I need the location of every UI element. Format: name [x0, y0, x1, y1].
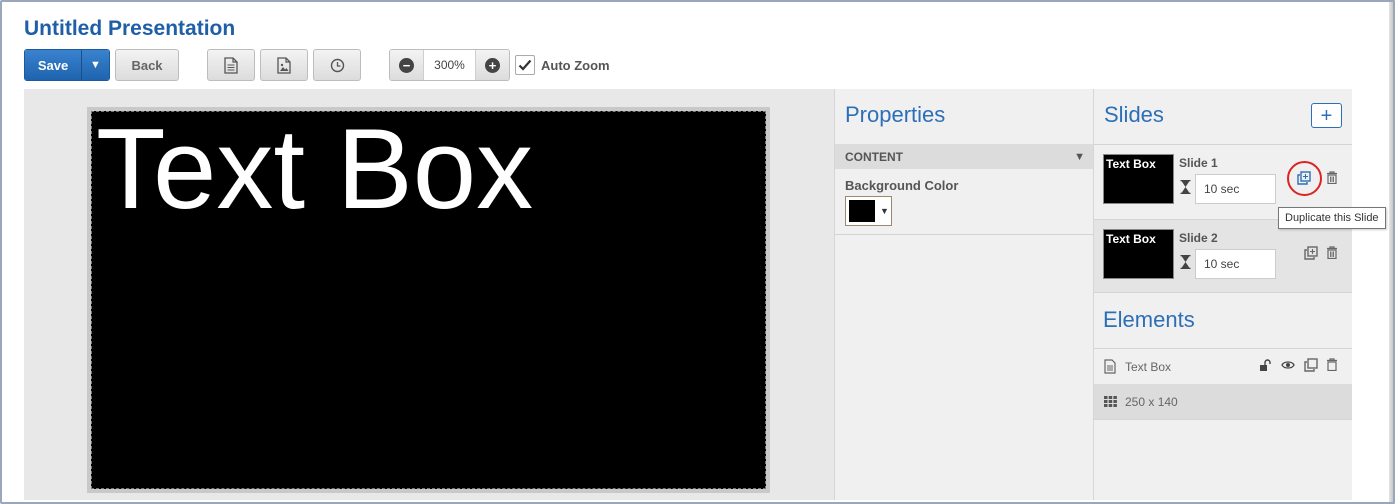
- eye-icon[interactable]: [1281, 359, 1295, 371]
- zoom-in-icon: +: [485, 57, 500, 73]
- trash-icon[interactable]: [1326, 358, 1338, 371]
- slide-stage[interactable]: Text Box: [91, 111, 766, 489]
- slide-name: Slide 1: [1179, 156, 1218, 170]
- add-slide-button[interactable]: +: [1311, 103, 1342, 128]
- add-image-button[interactable]: [260, 49, 308, 81]
- zoom-control: − 300% +: [389, 49, 510, 81]
- duplicate-icon[interactable]: [1297, 171, 1311, 185]
- slide-list-item[interactable]: Text Box Slide 2 10 sec: [1094, 219, 1352, 293]
- duplicate-icon[interactable]: [1304, 358, 1318, 372]
- document-icon: [224, 56, 238, 74]
- document-icon: [1104, 359, 1116, 374]
- element-label: Text Box: [1125, 360, 1172, 374]
- slide-duration-input[interactable]: 10 sec: [1195, 249, 1276, 279]
- back-button[interactable]: Back: [115, 49, 179, 81]
- divider: [1094, 419, 1352, 420]
- slide-duration-input[interactable]: 10 sec: [1195, 174, 1276, 204]
- content-section-header[interactable]: CONTENT ▼: [835, 144, 1093, 169]
- save-button[interactable]: Save: [25, 50, 81, 80]
- slide-thumbnail[interactable]: Text Box: [1103, 154, 1174, 204]
- slide-thumbnail[interactable]: Text Box: [1103, 229, 1174, 279]
- element-list-item[interactable]: Text Box: [1094, 348, 1352, 384]
- element-size: 250 x 140: [1125, 395, 1178, 409]
- zoom-value[interactable]: 300%: [423, 50, 476, 80]
- content-section-label: CONTENT: [845, 149, 903, 164]
- save-dropdown-button[interactable]: ▼: [81, 50, 109, 80]
- background-color-label: Background Color: [845, 178, 959, 193]
- slides-title: Slides: [1104, 102, 1164, 127]
- elements-title: Elements: [1103, 307, 1195, 332]
- caret-down-icon: ▼: [1074, 150, 1085, 163]
- save-button-group[interactable]: Save ▼: [24, 49, 110, 81]
- image-icon: [277, 56, 291, 74]
- checkmark-icon: [518, 59, 532, 71]
- clock-icon: [330, 58, 345, 73]
- grid-icon: [1104, 396, 1117, 407]
- duplicate-icon[interactable]: [1304, 246, 1318, 260]
- element-size-row: 250 x 140: [1094, 384, 1352, 419]
- properties-title: Properties: [845, 102, 946, 127]
- caret-down-icon: ▼: [90, 59, 101, 71]
- color-swatch: [849, 200, 875, 222]
- slide-canvas: Text Box: [87, 107, 770, 493]
- add-text-button[interactable]: [207, 49, 255, 81]
- auto-zoom-checkbox[interactable]: [515, 55, 535, 75]
- presentation-title[interactable]: Untitled Presentation: [24, 17, 235, 41]
- canvas-area: Text Box: [24, 89, 834, 500]
- zoom-in-button[interactable]: +: [476, 50, 509, 80]
- trash-icon[interactable]: [1326, 171, 1338, 184]
- divider: [835, 234, 1093, 235]
- window-edge: [1389, 0, 1395, 504]
- text-box-element[interactable]: Text Box: [96, 112, 533, 235]
- caret-down-icon: ▼: [880, 206, 889, 216]
- duplicate-tooltip: Duplicate this Slide: [1278, 207, 1386, 229]
- trash-icon[interactable]: [1326, 246, 1338, 259]
- zoom-out-button[interactable]: −: [390, 50, 423, 80]
- hourglass-icon: [1180, 255, 1191, 269]
- background-color-picker[interactable]: ▼: [845, 196, 892, 226]
- hourglass-icon: [1180, 180, 1191, 194]
- add-clock-button[interactable]: [313, 49, 361, 81]
- slides-panel: Slides + Text Box Slide 1 10 sec Text Bo…: [1094, 89, 1352, 500]
- auto-zoom-label: Auto Zoom: [541, 57, 610, 73]
- properties-panel: Properties CONTENT ▼ Background Color ▼: [834, 89, 1094, 500]
- slide-name: Slide 2: [1179, 231, 1218, 245]
- unlock-icon[interactable]: [1259, 359, 1272, 372]
- auto-zoom-toggle[interactable]: Auto Zoom: [515, 54, 610, 76]
- zoom-out-icon: −: [399, 57, 414, 73]
